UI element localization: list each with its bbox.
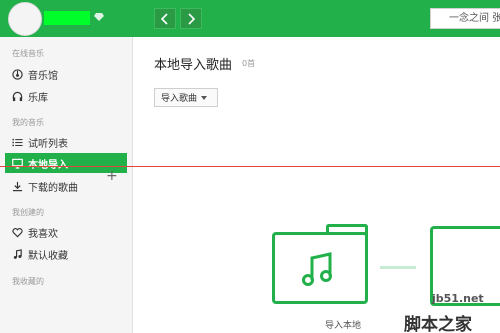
music-note-illustration-icon xyxy=(302,252,332,286)
heart-icon xyxy=(11,226,23,238)
username-highlight[interactable] xyxy=(44,11,90,25)
sidebar-item-label: 默认收藏 xyxy=(28,250,68,262)
download-icon xyxy=(11,180,23,192)
sidebar-item-label: 音乐馆 xyxy=(28,70,58,82)
music-note-icon xyxy=(11,248,23,260)
sidebar-item-my-favorites[interactable]: 我喜欢 xyxy=(0,222,132,242)
sidebar-item-music-hall[interactable]: 音乐馆 xyxy=(0,64,132,84)
watermark-site: jb51.net xyxy=(432,292,484,305)
list-icon xyxy=(11,136,23,148)
section-label-online-music: 在线音乐 xyxy=(12,49,44,58)
forward-button[interactable] xyxy=(180,8,202,29)
sidebar-item-label: 我喜欢 xyxy=(28,228,58,240)
headphones-icon xyxy=(11,90,23,102)
sidebar-item-default-collection[interactable]: 默认收藏 xyxy=(0,244,132,264)
guide-line xyxy=(0,166,500,167)
page-title: 本地导入歌曲 xyxy=(154,58,233,73)
sidebar-item-label: 下载的歌曲 xyxy=(28,182,78,194)
illustration-caption: 导入本地 xyxy=(325,321,362,331)
sidebar-item-preview-list[interactable]: 试听列表 xyxy=(0,132,132,152)
back-button[interactable] xyxy=(154,8,176,29)
disc-icon xyxy=(11,68,23,80)
import-songs-button[interactable]: 导入歌曲 xyxy=(154,88,218,107)
transfer-arrow xyxy=(380,266,416,269)
import-button-label: 导入歌曲 xyxy=(161,94,198,104)
sidebar-item-library[interactable]: 乐库 xyxy=(0,86,132,106)
chevron-right-icon xyxy=(188,12,196,25)
section-label-my-music: 我的音乐 xyxy=(12,118,44,127)
sidebar-item-label: 本地导入 xyxy=(28,159,68,171)
section-label-my-collected: 我收藏的 xyxy=(12,277,44,286)
plus-icon[interactable]: + xyxy=(106,169,118,183)
sidebar-item-label: 试听列表 xyxy=(28,138,68,150)
watermark-name: 脚本之家 xyxy=(404,315,472,333)
top-bar: 一念之间 张杰 xyxy=(0,0,500,37)
section-label-my-created: 我创建的 xyxy=(12,208,44,217)
avatar[interactable] xyxy=(8,2,42,36)
song-count: 0首 xyxy=(242,59,256,68)
monitor-icon xyxy=(11,157,23,169)
chevron-left-icon xyxy=(160,12,168,25)
caret-down-icon xyxy=(201,95,208,100)
search-input[interactable]: 一念之间 张杰 xyxy=(430,8,500,29)
vip-diamond-icon xyxy=(94,13,104,21)
sidebar-item-label: 乐库 xyxy=(28,92,48,104)
